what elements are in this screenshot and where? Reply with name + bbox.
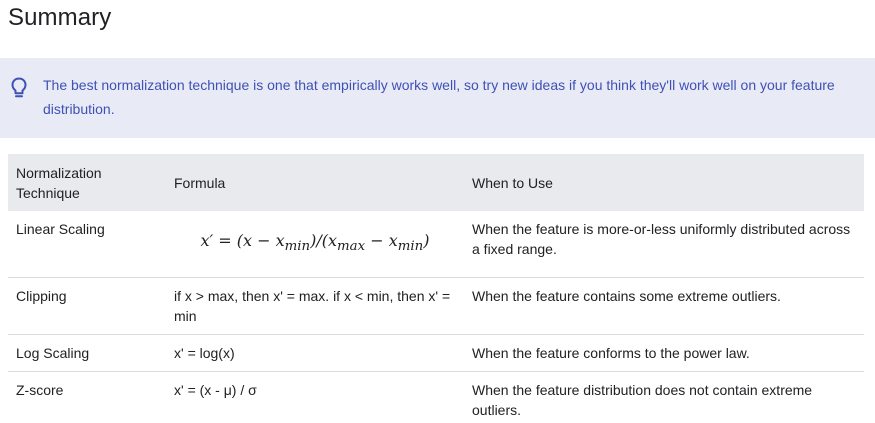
formula-cell: x' = (x - μ) / σ (174, 381, 257, 398)
technique-cell: Z-score (16, 381, 64, 398)
page: Summary The best normalization technique… (0, 0, 875, 423)
formula-cell: if x > max, then x' = max. if x < min, t… (166, 277, 464, 335)
linear-scaling-formula: x′ = (x − xmin)/(xmax − xmin) (200, 231, 430, 255)
normalization-table: Normalization Technique Formula When to … (8, 154, 864, 423)
formula-cell: x′ = (x − xmin)/(xmax − xmin) (166, 211, 464, 278)
technique-cell: Clipping (8, 277, 166, 335)
table-header-row: Normalization Technique Formula When to … (8, 154, 864, 211)
technique-cell: Log Scaling (8, 334, 166, 372)
header-when: When to Use (464, 154, 864, 211)
tip-callout: The best normalization technique is one … (0, 58, 875, 138)
header-technique: Normalization Technique (8, 154, 166, 211)
when-cell: When the feature distribution does not c… (472, 381, 813, 418)
table-row: Clipping if x > max, then x' = max. if x… (8, 277, 864, 335)
when-cell: When the feature is more-or-less uniform… (464, 211, 864, 278)
tip-text: The best normalization technique is one … (43, 77, 835, 117)
table-row: Z-score x' = (x - μ) / σ When the featur… (8, 371, 864, 423)
when-cell: When the feature conforms to the power l… (464, 334, 864, 372)
lightbulb-icon (9, 76, 29, 100)
header-formula: Formula (166, 154, 464, 211)
when-cell: When the feature contains some extreme o… (464, 277, 864, 335)
table-row: Linear Scaling x′ = (x − xmin)/(xmax − x… (8, 211, 864, 278)
formula-cell: x' = log(x) (166, 334, 464, 372)
table-row: Log Scaling x' = log(x) When the feature… (8, 334, 864, 372)
page-title: Summary (8, 4, 112, 31)
technique-cell: Linear Scaling (8, 211, 166, 278)
